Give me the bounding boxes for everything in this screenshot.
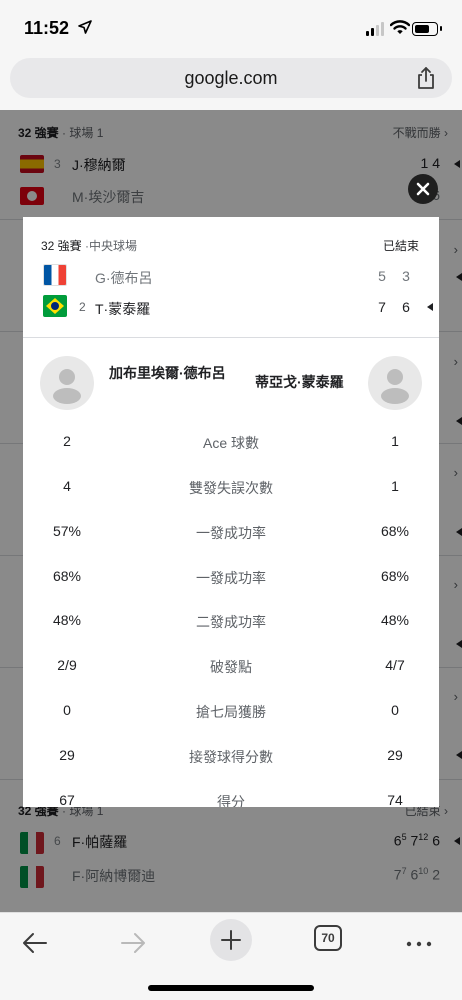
divider	[23, 337, 439, 338]
stat-row: 2 Ace 球數 1	[63, 433, 399, 451]
plus-icon	[221, 930, 241, 950]
france-flag-icon	[43, 264, 67, 286]
address-bar[interactable]: google.com	[10, 58, 452, 98]
avatar	[368, 356, 422, 410]
player-row: 2 T·蒙泰羅 6 7	[43, 295, 433, 319]
url-text[interactable]: google.com	[10, 68, 452, 89]
right-player-name: 蒂亞戈·蒙泰羅	[255, 374, 344, 390]
set-score: 6	[402, 299, 410, 315]
stat-row: 68% 一發成功率 68%	[52, 568, 410, 586]
player-name: G·德布呂	[95, 270, 153, 286]
back-arrow-icon[interactable]	[20, 923, 50, 963]
person-icon	[381, 369, 409, 404]
wifi-icon	[390, 20, 410, 34]
stat-row: 48% 二發成功率 48%	[52, 612, 410, 630]
close-button[interactable]	[408, 174, 438, 204]
home-indicator[interactable]	[148, 985, 314, 991]
stat-row: 57% 一發成功率 68%	[52, 523, 410, 541]
forward-arrow-icon[interactable]	[118, 923, 148, 963]
player-row: G·德布呂 3 5	[43, 264, 433, 288]
more-options-icon[interactable]	[404, 923, 434, 963]
match-header: 32 強賽 ·中央球場	[41, 239, 138, 253]
stat-row: 67 得分 74	[59, 792, 403, 807]
stat-row: 0 搶七局獲勝 0	[63, 702, 399, 720]
status-time: 11:52	[24, 18, 70, 38]
location-arrow-icon	[78, 20, 92, 34]
set-score: 3	[402, 268, 410, 284]
share-icon[interactable]	[416, 66, 436, 90]
tab-switcher-button[interactable]: 70	[314, 925, 342, 951]
winner-marker-icon	[427, 303, 433, 311]
person-icon	[53, 369, 81, 404]
left-player-name: 加布里埃爾·德布呂	[109, 365, 226, 381]
browser-address-area: google.com	[0, 56, 462, 110]
battery-icon	[412, 22, 442, 36]
cellular-signal-icon	[366, 22, 384, 36]
player-name: T·蒙泰羅	[95, 301, 151, 317]
match-status: 已結束	[382, 239, 419, 253]
stat-row: 4 雙發失誤次數 1	[63, 478, 399, 496]
stat-row: 2/9 破發點 4/7	[57, 657, 405, 675]
brazil-flag-icon	[43, 295, 67, 317]
stat-row: 29 接發球得分數 29	[59, 747, 403, 765]
status-bar: 11:52	[0, 0, 462, 56]
match-stats-dialog: 32 強賽 ·中央球場 已結束 G·德布呂 3 5 2 T·蒙泰羅 6 7 加布…	[23, 217, 439, 807]
set-score: 7	[378, 299, 386, 315]
browser-toolbar: 70	[0, 912, 462, 1000]
close-icon	[416, 182, 430, 196]
avatar	[40, 356, 94, 410]
new-tab-button[interactable]	[210, 919, 252, 961]
set-score: 5	[378, 268, 386, 284]
